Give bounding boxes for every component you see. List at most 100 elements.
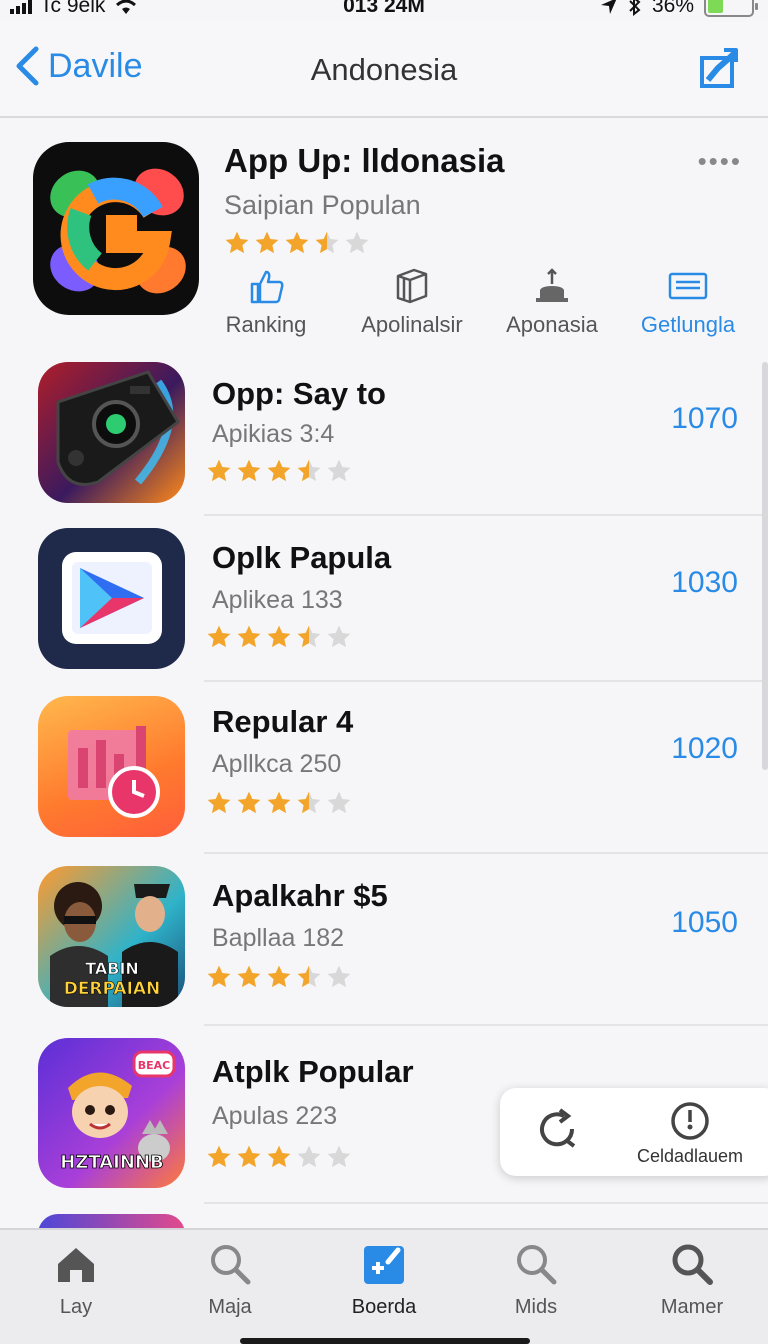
tab-lay[interactable]: Lay	[16, 1242, 136, 1319]
featured-actions: Ranking Apolinalsir Aponasia Getlungla	[200, 266, 768, 346]
featured-subtitle: Saipian Populan	[224, 190, 421, 220]
list-item[interactable]: Opp: Say to Apikias 3:4 1070	[0, 350, 768, 516]
status-right: 36%	[600, 0, 758, 18]
refresh-icon[interactable]	[534, 1106, 580, 1152]
star-icon	[207, 1145, 231, 1168]
tab-maja[interactable]: Maja	[170, 1242, 290, 1319]
star-icon	[207, 625, 231, 648]
action-label: Getlungla	[640, 312, 736, 337]
app-name: Atplk Popular	[212, 1054, 414, 1089]
thumbs-up-icon	[250, 270, 284, 304]
clock-icon	[671, 1102, 709, 1140]
star-icon	[255, 231, 279, 254]
scrollbar[interactable]	[762, 362, 768, 770]
home-icon	[58, 1248, 94, 1282]
star-icon	[285, 231, 309, 254]
star-icon	[297, 625, 321, 648]
app-name: Repular 4	[212, 704, 354, 739]
list-card-icon	[668, 272, 708, 300]
action-label: Aponasia	[506, 312, 598, 337]
cartoon-game-icon: BEAC HZTAINNB	[38, 1038, 185, 1188]
star-icon	[237, 625, 261, 648]
app-subtitle: Aplikea 133	[212, 586, 343, 614]
star-icon	[315, 231, 339, 254]
battery-icon	[704, 0, 758, 17]
divider	[204, 1202, 768, 1204]
app-count[interactable]: 1030	[671, 566, 738, 600]
list-item[interactable]: Repular 4 Apllkca 250 1020	[0, 682, 768, 854]
star-icon	[207, 965, 231, 988]
play-store-icon	[38, 528, 185, 669]
floating-action-panel: Celdadlauem	[500, 1088, 768, 1176]
tab-mamer[interactable]: Mamer	[632, 1242, 752, 1319]
status-bar: Tc 9elk 013 24M 36%	[0, 0, 768, 22]
tab-bar: Lay Maja Boerda Mids Mamer	[0, 1228, 768, 1344]
star-icon	[237, 459, 261, 482]
game-poster-icon: TABIN DERPAIAN	[38, 866, 185, 1007]
location-arrow-icon	[600, 0, 617, 14]
tab-mids[interactable]: Mids	[476, 1242, 596, 1319]
search-icon	[211, 1245, 251, 1285]
poster-text-line-2: DERPAIAN	[64, 979, 161, 999]
timer-label: Celdadlauem	[636, 1146, 744, 1166]
app-rating-stars	[206, 1144, 352, 1170]
app-name: Opp: Say to	[212, 376, 386, 411]
app-rating-stars	[206, 458, 352, 484]
search-icon	[517, 1245, 557, 1285]
featured-title: App Up: lldonasia	[224, 142, 505, 179]
app-name: Oplk Papula	[212, 540, 392, 575]
home-indicator[interactable]	[240, 1338, 530, 1344]
app-count[interactable]: 1020	[671, 732, 738, 766]
compose-share-icon[interactable]	[698, 46, 742, 90]
list-item[interactable]: Oplk Papula Aplikea 133 1030	[0, 516, 768, 682]
star-icon	[327, 625, 351, 648]
star-icon	[225, 231, 249, 254]
box-icon	[396, 268, 428, 304]
app-rating-stars	[206, 790, 352, 816]
star-icon	[267, 791, 291, 814]
action-apolinalsir[interactable]: Apolinalsir	[356, 266, 468, 338]
featured-rating-stars	[224, 230, 370, 256]
battery-percent: 36%	[651, 0, 694, 17]
poster-text-line-1: TABIN	[85, 959, 139, 978]
action-getlungla[interactable]: Getlungla	[636, 266, 740, 338]
app-store-screen: Tc 9elk 013 24M 36% Davile Andonesia App…	[0, 0, 768, 1344]
app-count[interactable]: 1070	[671, 402, 738, 436]
featured-g-app-icon[interactable]	[33, 142, 199, 315]
add-board-icon	[364, 1246, 404, 1284]
more-options-icon[interactable]: ••••	[698, 146, 742, 177]
page-title: Andonesia	[310, 52, 458, 87]
action-label: Apolinalsir	[361, 312, 463, 337]
star-icon	[267, 965, 291, 988]
tab-label: Lay	[59, 1296, 93, 1318]
app-count[interactable]: 1050	[671, 906, 738, 940]
featured-app[interactable]: App Up: lldonasia •••• Saipian Populan R…	[0, 120, 768, 346]
star-icon	[297, 791, 321, 814]
list-item[interactable]: TABIN DERPAIAN Apalkahr $5 Bapllaa 182 1…	[0, 854, 768, 1026]
navigation-bar: Davile Andonesia	[0, 22, 768, 118]
star-icon	[297, 965, 321, 988]
tab-boerda[interactable]: Boerda	[324, 1242, 444, 1319]
tab-label: Mamer	[660, 1296, 724, 1318]
star-icon	[267, 1145, 291, 1168]
poster-text: HZTAINNB	[60, 1152, 163, 1173]
star-icon	[297, 1145, 321, 1168]
star-icon	[237, 791, 261, 814]
tab-label: Boerda	[351, 1296, 417, 1318]
star-icon	[267, 625, 291, 648]
timer-button[interactable]: Celdadlauem	[630, 1100, 750, 1167]
tab-label: Maja	[208, 1296, 252, 1318]
action-ranking[interactable]: Ranking	[220, 266, 312, 338]
star-icon	[327, 965, 351, 988]
app-rating-stars	[206, 964, 352, 990]
upload-tray-icon	[536, 268, 568, 302]
calendar-clock-icon	[38, 696, 185, 837]
action-aponasia[interactable]: Aponasia	[502, 266, 602, 338]
app-rating-stars	[206, 624, 352, 650]
app-subtitle: Apikias 3:4	[212, 420, 335, 448]
star-icon	[267, 459, 291, 482]
star-icon	[207, 791, 231, 814]
badge-text: BEAC	[138, 1059, 170, 1072]
game-controller-icon	[38, 362, 185, 503]
star-icon	[327, 459, 351, 482]
